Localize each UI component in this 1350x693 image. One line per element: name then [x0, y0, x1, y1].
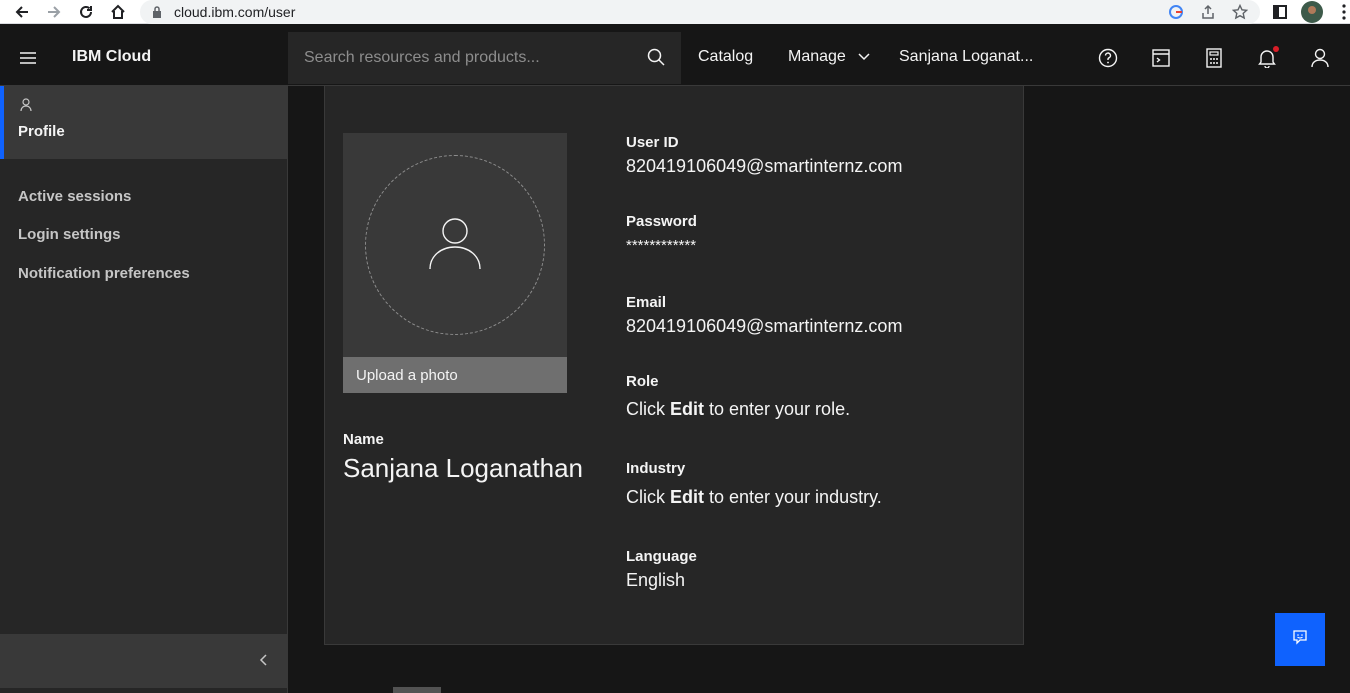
- chat-icon: [1292, 629, 1308, 650]
- role-suffix: to enter your role.: [704, 399, 851, 419]
- user-id-value: 820419106049@smartinternz.com: [626, 156, 903, 176]
- side-panel-icon[interactable]: [1268, 0, 1292, 24]
- cloud-shell-icon[interactable]: [1145, 42, 1177, 74]
- role-value: Click Edit to enter your role.: [626, 399, 850, 420]
- chevron-down-icon: [858, 48, 870, 66]
- share-icon[interactable]: [1198, 2, 1218, 22]
- name-label: Name: [343, 431, 384, 448]
- lock-icon: [152, 5, 162, 23]
- main-content: Upload a photo Name Sanjana Loganathan U…: [288, 86, 1350, 693]
- user-icon: [20, 98, 32, 117]
- upload-photo-button[interactable]: Upload a photo: [343, 357, 567, 393]
- sidebar-item-profile[interactable]: Profile: [0, 86, 287, 159]
- chevron-left-icon: [259, 653, 267, 671]
- role-prefix: Click: [626, 399, 670, 419]
- search-bar[interactable]: [288, 32, 681, 84]
- url-text: cloud.ibm.com/user: [174, 4, 296, 20]
- address-bar[interactable]: cloud.ibm.com/user: [140, 0, 1260, 24]
- user-avatar-icon: [428, 216, 482, 275]
- notifications-icon[interactable]: [1251, 42, 1283, 74]
- email-value: 820419106049@smartinternz.com: [626, 316, 903, 336]
- catalog-link[interactable]: Catalog: [698, 48, 753, 66]
- industry-prefix: Click: [626, 487, 670, 507]
- notification-badge: [1273, 46, 1279, 52]
- language-label: Language: [626, 548, 697, 565]
- sidebar-item-login-settings[interactable]: Login settings: [18, 226, 121, 243]
- forward-icon[interactable]: [42, 0, 66, 24]
- name-value: Sanjana Loganathan: [343, 453, 584, 483]
- email-label: Email: [626, 294, 667, 311]
- profile-card: Upload a photo Name Sanjana Loganathan U…: [324, 86, 1024, 645]
- sidebar-item-active-sessions[interactable]: Active sessions: [18, 188, 131, 205]
- photo-placeholder[interactable]: Upload a photo: [343, 133, 567, 393]
- bookmark-star-icon[interactable]: [1230, 2, 1250, 22]
- hamburger-menu-icon[interactable]: [12, 42, 44, 74]
- password-label: Password: [626, 213, 697, 230]
- cost-estimator-icon[interactable]: [1198, 42, 1230, 74]
- account-switcher[interactable]: Sanjana Loganat...: [899, 48, 1033, 66]
- brand-name[interactable]: IBM Cloud: [72, 48, 151, 66]
- user-id-label: User ID: [626, 134, 679, 151]
- help-icon[interactable]: [1092, 42, 1124, 74]
- search-icon[interactable]: [647, 48, 665, 71]
- chat-button[interactable]: [1275, 613, 1325, 666]
- sidebar-collapse-button[interactable]: [0, 634, 287, 688]
- browser-menu-icon[interactable]: [1332, 0, 1350, 24]
- sidebar: Profile Active sessions Login settings N…: [0, 86, 288, 693]
- industry-suffix: to enter your industry.: [704, 487, 882, 507]
- browser-toolbar: cloud.ibm.com/user: [0, 0, 1350, 24]
- industry-label: Industry: [626, 460, 686, 477]
- role-label: Role: [626, 373, 659, 390]
- reload-icon[interactable]: [74, 0, 98, 24]
- horizontal-scrollbar[interactable]: [393, 687, 441, 693]
- password-value: ************: [626, 237, 697, 254]
- role-edit-link[interactable]: Edit: [670, 399, 704, 419]
- app-header: IBM Cloud Catalog Manage Sanjana Loganat…: [0, 30, 1350, 86]
- industry-edit-link[interactable]: Edit: [670, 487, 704, 507]
- sidebar-item-notification-preferences[interactable]: Notification preferences: [18, 265, 190, 282]
- user-profile-icon[interactable]: [1304, 42, 1336, 74]
- language-value: English: [626, 570, 686, 590]
- manage-label: Manage: [788, 48, 846, 66]
- manage-menu[interactable]: Manage: [788, 48, 870, 66]
- search-input[interactable]: [304, 32, 634, 84]
- browser-avatar[interactable]: [1300, 0, 1324, 24]
- sidebar-item-label: Profile: [18, 123, 65, 140]
- industry-value: Click Edit to enter your industry.: [626, 487, 882, 508]
- back-icon[interactable]: [10, 0, 34, 24]
- home-icon[interactable]: [106, 0, 130, 24]
- google-icon[interactable]: [1166, 2, 1186, 22]
